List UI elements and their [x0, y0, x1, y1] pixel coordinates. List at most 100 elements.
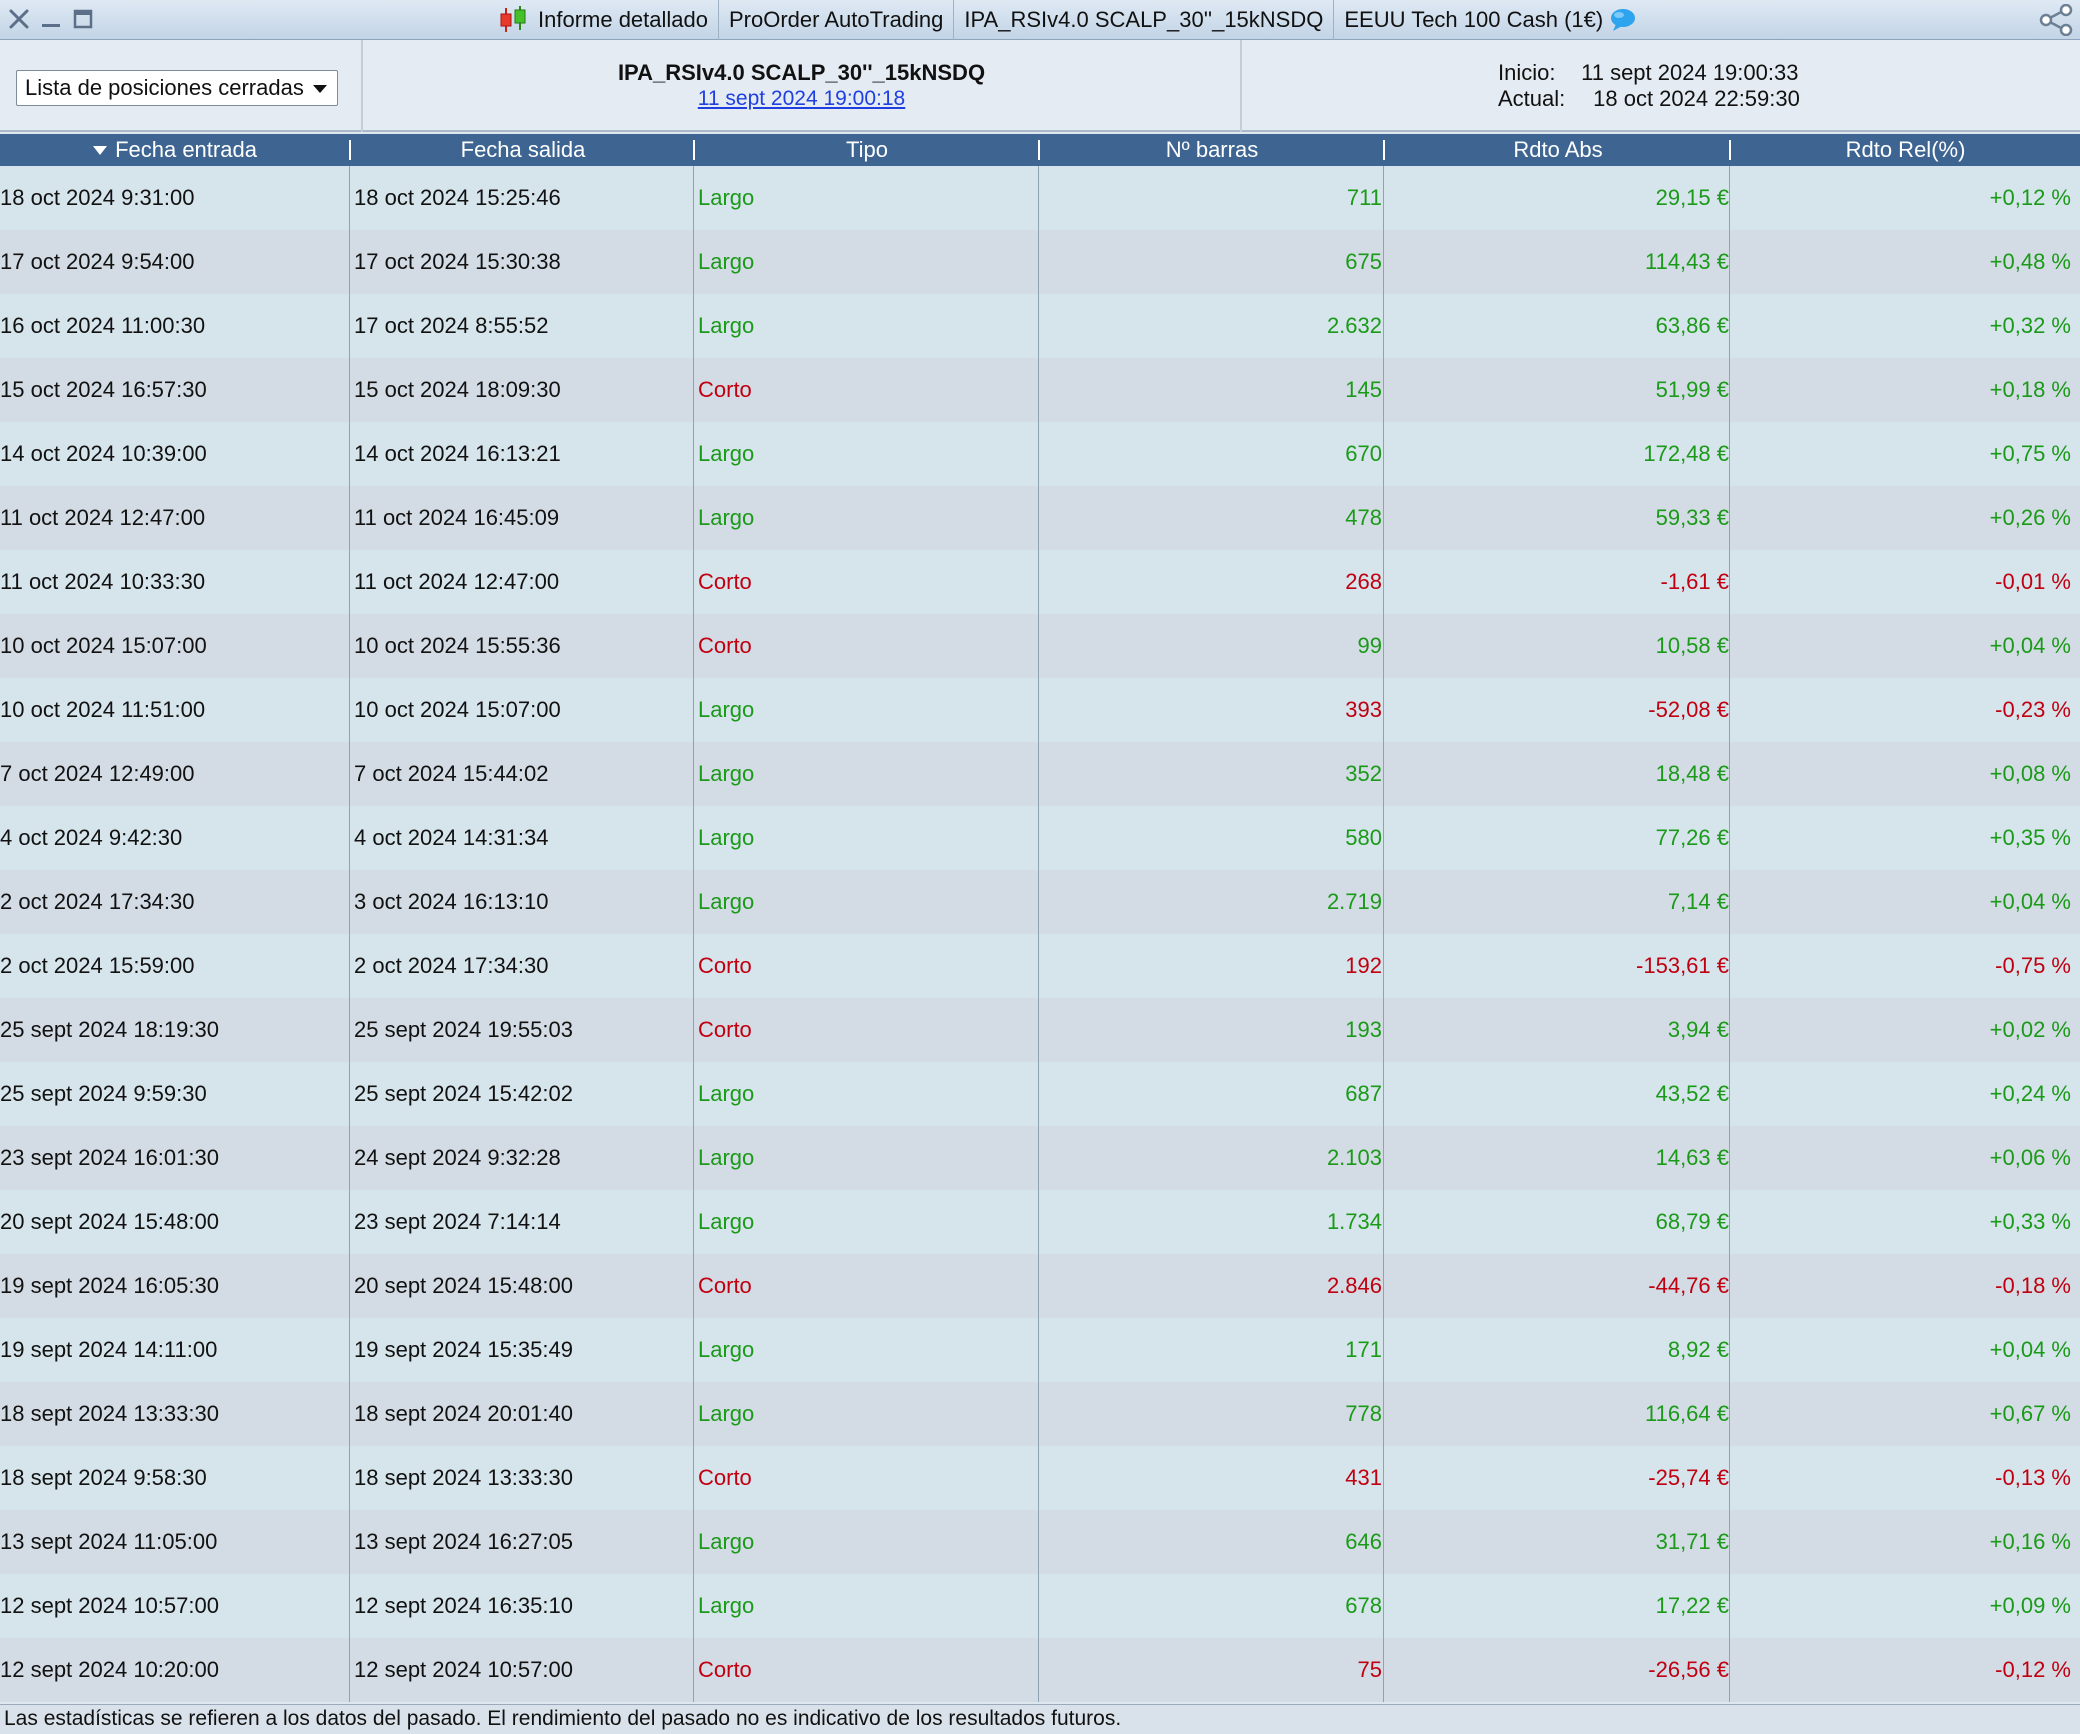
table-row[interactable]: 4 oct 2024 9:42:30 4 oct 2024 14:31:34 Lar… [0, 806, 2080, 870]
abs-return-cell: -25,74 € [1648, 1465, 1729, 1490]
position-type-cell: Corto [698, 953, 752, 978]
table-row[interactable]: 16 oct 2024 11:00:30 17 oct 2024 8:55:52 L… [0, 294, 2080, 358]
column-gridline [1729, 166, 1730, 1702]
entry-date-cell: 18 sept 2024 9:58:30 [0, 1465, 207, 1490]
table-row[interactable]: 2 oct 2024 17:34:30 3 oct 2024 16:13:10 La… [0, 870, 2080, 934]
column-header-bars[interactable]: Nº barras [1040, 134, 1384, 166]
position-type-cell: Corto [698, 569, 752, 594]
table-row[interactable]: 12 sept 2024 10:20:00 12 sept 2024 10:57:… [0, 1638, 2080, 1702]
bars-count-cell: 192 [1345, 953, 1382, 978]
column-gridline [1383, 166, 1384, 1702]
bars-count-cell: 75 [1357, 1657, 1382, 1682]
entry-date-cell: 23 sept 2024 16:01:30 [0, 1145, 219, 1170]
bars-count-cell: 675 [1345, 249, 1382, 274]
abs-return-cell: -26,56 € [1648, 1657, 1729, 1682]
system-date-wrap: 11 sept 2024 19:00:18 [363, 87, 1240, 111]
column-header-exit-date[interactable]: Fecha salida [351, 134, 695, 166]
bars-count-cell: 268 [1345, 569, 1382, 594]
position-type-cell: Largo [698, 249, 755, 274]
window-tabs: Informe detallado ProOrder AutoTrading I… [488, 0, 1647, 40]
bars-count-cell: 670 [1345, 441, 1382, 466]
bars-count-cell: 431 [1345, 1465, 1382, 1490]
entry-date-cell: 12 sept 2024 10:57:00 [0, 1593, 219, 1618]
table-row[interactable]: 11 oct 2024 12:47:00 11 oct 2024 16:45:09… [0, 486, 2080, 550]
bars-count-cell: 193 [1345, 1017, 1382, 1042]
column-gridline [1038, 166, 1039, 1702]
system-date-link[interactable]: 11 sept 2024 19:00:18 [698, 87, 905, 110]
bars-count-cell: 678 [1345, 1593, 1382, 1618]
view-select-value: Lista de posiciones cerradas [25, 75, 304, 100]
tab-proorder[interactable]: ProOrder AutoTrading [719, 0, 955, 40]
rel-return-cell: +0,04 % [1989, 889, 2071, 914]
column-header-entry-date[interactable]: Fecha entrada [0, 134, 350, 166]
position-type-cell: Largo [698, 1145, 755, 1170]
table-row[interactable]: 2 oct 2024 15:59:00 2 oct 2024 17:34:30 Co… [0, 934, 2080, 998]
start-value: 11 sept 2024 19:00:33 [1581, 60, 1799, 85]
table-row[interactable]: 25 sept 2024 9:59:30 25 sept 2024 15:42:0… [0, 1062, 2080, 1126]
entry-date-cell: 20 sept 2024 15:48:00 [0, 1209, 219, 1234]
table-row[interactable]: 7 oct 2024 12:49:00 7 oct 2024 15:44:02 La… [0, 742, 2080, 806]
tab-system[interactable]: IPA_RSIv4.0 SCALP_30''_15kNSDQ [954, 0, 1335, 40]
entry-date-cell: 11 oct 2024 12:47:00 [0, 505, 206, 530]
table-row[interactable]: 10 oct 2024 11:51:00 10 oct 2024 15:07:00… [0, 678, 2080, 742]
close-icon[interactable] [4, 4, 34, 34]
table-row[interactable]: 25 sept 2024 18:19:30 25 sept 2024 19:55:… [0, 998, 2080, 1062]
rel-return-cell: +0,08 % [1989, 761, 2071, 786]
rel-return-cell: +0,33 % [1989, 1209, 2071, 1234]
entry-date-cell: 19 sept 2024 16:05:30 [0, 1273, 219, 1298]
entry-date-cell: 16 oct 2024 11:00:30 [0, 313, 206, 338]
table-row[interactable]: 19 sept 2024 14:11:00 19 sept 2024 15:35:… [0, 1318, 2080, 1382]
abs-return-cell: 18,48 € [1655, 761, 1729, 786]
table-row[interactable]: 13 sept 2024 11:05:00 13 sept 2024 16:27:… [0, 1510, 2080, 1574]
table-row[interactable]: 14 oct 2024 10:39:00 14 oct 2024 16:13:21… [0, 422, 2080, 486]
table-row[interactable]: 17 oct 2024 9:54:00 17 oct 2024 15:30:38 L… [0, 230, 2080, 294]
table-row[interactable]: 11 oct 2024 10:33:30 11 oct 2024 12:47:00… [0, 550, 2080, 614]
table-row[interactable]: 19 sept 2024 16:05:30 20 sept 2024 15:48:… [0, 1254, 2080, 1318]
share-icon[interactable] [2032, 2, 2080, 38]
table-row[interactable]: 18 oct 2024 9:31:00 18 oct 2024 15:25:46 L… [0, 166, 2080, 230]
table-row[interactable]: 18 sept 2024 13:33:30 18 sept 2024 20:01:… [0, 1382, 2080, 1446]
position-type-cell: Largo [698, 889, 755, 914]
exit-date-cell: 25 sept 2024 19:55:03 [354, 1017, 573, 1042]
rel-return-cell: +0,32 % [1989, 313, 2071, 338]
maximize-icon[interactable] [68, 4, 98, 34]
table-row[interactable]: 23 sept 2024 16:01:30 24 sept 2024 9:32:2… [0, 1126, 2080, 1190]
system-name: IPA_RSIv4.0 SCALP_30''_15kNSDQ [617, 60, 986, 85]
table-row[interactable]: 20 sept 2024 15:48:00 23 sept 2024 7:14:1… [0, 1190, 2080, 1254]
position-type-cell: Largo [698, 761, 755, 786]
candlestick-icon [498, 6, 528, 34]
entry-date-cell: 14 oct 2024 10:39:00 [0, 441, 207, 466]
tab-label: EEUU Tech 100 Cash (1€) [1344, 7, 1604, 32]
entry-date-cell: 19 sept 2024 14:11:00 [0, 1337, 218, 1362]
entry-date-cell: 2 oct 2024 15:59:00 [0, 953, 195, 978]
position-type-cell: Largo [698, 1209, 755, 1234]
abs-return-cell: -52,08 € [1648, 697, 1729, 722]
table-row[interactable]: 12 sept 2024 10:57:00 12 sept 2024 16:35:… [0, 1574, 2080, 1638]
abs-return-cell: 59,33 € [1655, 505, 1729, 530]
chat-bubble-icon[interactable] [1609, 8, 1637, 32]
entry-date-cell: 17 oct 2024 9:54:00 [0, 249, 195, 274]
table-row[interactable]: 15 oct 2024 16:57:30 15 oct 2024 18:09:30… [0, 358, 2080, 422]
chevron-down-icon [313, 85, 327, 93]
tab-detailed-report[interactable]: Informe detallado [488, 0, 719, 40]
rel-return-cell: +0,67 % [1989, 1401, 2071, 1426]
table-row[interactable]: 18 sept 2024 9:58:30 18 sept 2024 13:33:3… [0, 1446, 2080, 1510]
column-header-rel-return[interactable]: Rdto Rel(%) [1731, 134, 2080, 166]
rel-return-cell: +0,18 % [1989, 377, 2071, 402]
exit-date-cell: 14 oct 2024 16:13:21 [354, 441, 561, 466]
column-header-abs-return[interactable]: Rdto Abs [1385, 134, 1731, 166]
bars-count-cell: 393 [1345, 697, 1382, 722]
table-row[interactable]: 10 oct 2024 15:07:00 10 oct 2024 15:55:36… [0, 614, 2080, 678]
rel-return-cell: +0,48 % [1989, 249, 2071, 274]
rel-return-cell: -0,75 % [1995, 953, 2071, 978]
minimize-icon[interactable] [36, 4, 66, 34]
entry-date-cell: 18 sept 2024 13:33:30 [0, 1401, 219, 1426]
bars-count-cell: 2.719 [1326, 889, 1382, 914]
position-type-cell: Largo [698, 825, 755, 850]
view-select-dropdown[interactable]: Lista de posiciones cerradas [16, 70, 338, 106]
bars-count-cell: 687 [1345, 1081, 1382, 1106]
column-header-type[interactable]: Tipo [695, 134, 1039, 166]
tab-instrument[interactable]: EEUU Tech 100 Cash (1€) [1334, 0, 1647, 40]
position-type-cell: Largo [698, 1593, 755, 1618]
header-divider [1240, 40, 1242, 132]
